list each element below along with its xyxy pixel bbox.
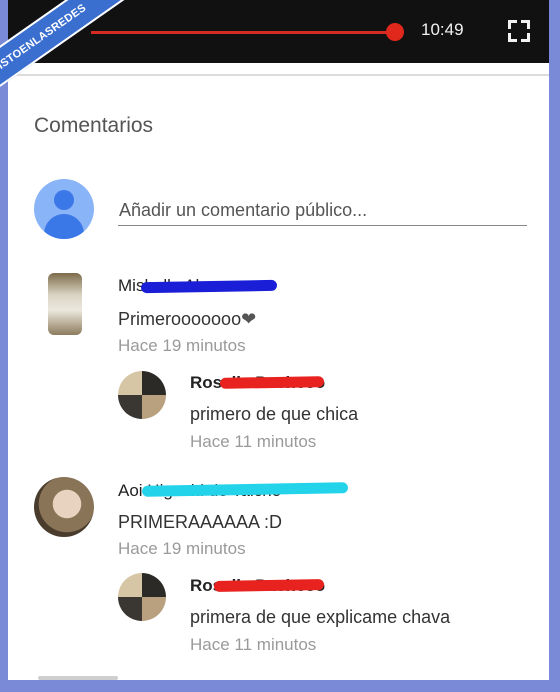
- reply-time: Hace 11 minutos: [190, 635, 317, 654]
- name-redaction-scribble: [219, 376, 325, 389]
- video-player-bar: 9 10:49: [8, 0, 549, 63]
- comment-author-avatar[interactable]: [34, 477, 94, 537]
- comment-time: Hace 19 minutos: [118, 336, 246, 355]
- current-user-avatar: [34, 179, 94, 239]
- comment-text: Primerooooooo❤: [118, 309, 257, 329]
- name-redaction-scribble: [213, 579, 325, 592]
- elapsed-time-partial: 9: [58, 20, 68, 39]
- next-comment-hint: [38, 676, 118, 680]
- comment-author-avatar[interactable]: [48, 273, 82, 335]
- reply-text: primera de que explicame chava: [190, 607, 451, 627]
- video-duration: 10:49: [421, 20, 464, 39]
- fullscreen-icon[interactable]: [508, 20, 530, 42]
- reply-author-avatar[interactable]: [118, 371, 166, 419]
- heart-icon: ❤: [241, 309, 257, 329]
- add-comment-input[interactable]: [118, 196, 527, 226]
- divider: [8, 74, 549, 76]
- reply-author-avatar[interactable]: [118, 573, 166, 621]
- name-redaction-scribble: [141, 482, 349, 497]
- reply-time: Hace 11 minutos: [190, 432, 317, 451]
- reply-text: primero de que chica: [190, 404, 359, 424]
- user-silhouette-icon: [54, 190, 74, 210]
- comment-time: Hace 19 minutos: [118, 539, 246, 558]
- seek-thumb[interactable]: [386, 23, 404, 41]
- name-redaction-scribble: [140, 279, 278, 294]
- comment-text: PRIMERAAAAAA :D: [118, 512, 283, 532]
- comments-title: Comentarios: [34, 114, 154, 137]
- comments-screen: 9 10:49 Comentarios Mishelle Al Primeroo…: [8, 0, 549, 680]
- seek-bar[interactable]: [91, 31, 403, 34]
